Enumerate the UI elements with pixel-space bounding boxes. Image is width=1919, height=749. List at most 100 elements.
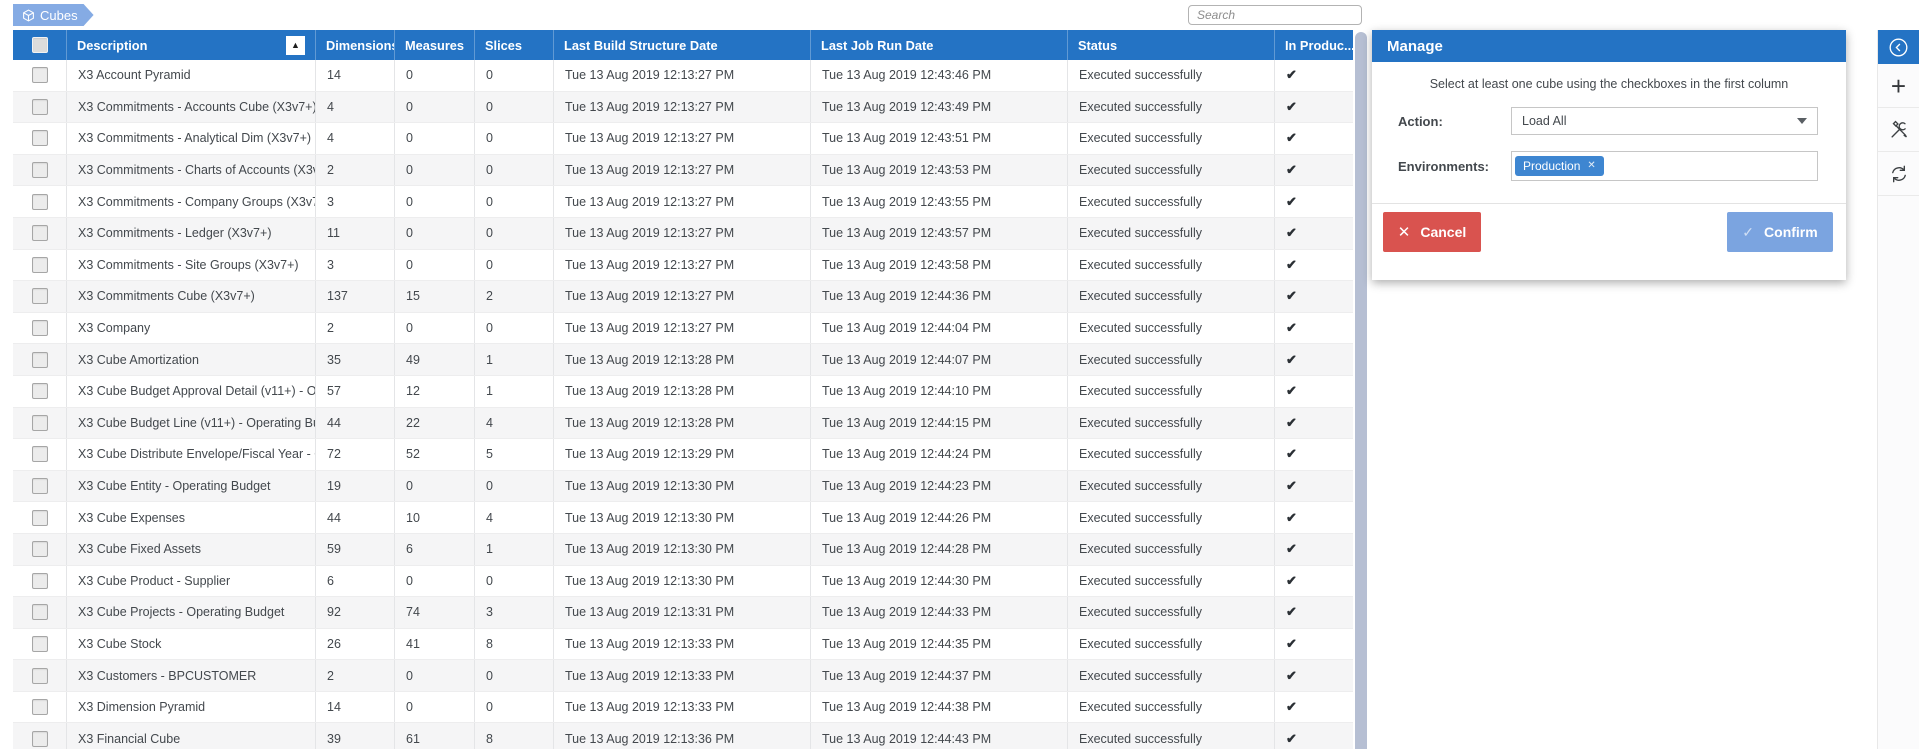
- table-row[interactable]: X3 Cube Projects - Operating Budget 92 7…: [13, 597, 1353, 629]
- row-checkbox[interactable]: [32, 99, 48, 115]
- cell-measures: 49: [395, 344, 475, 375]
- table-row[interactable]: X3 Account Pyramid 14 0 0 Tue 13 Aug 201…: [13, 60, 1353, 92]
- cell-status: Executed successfully: [1068, 471, 1275, 502]
- column-header-in-production[interactable]: In Produc...: [1275, 30, 1353, 60]
- row-checkbox[interactable]: [32, 699, 48, 715]
- cell-last-job-date: Tue 13 Aug 2019 12:44:23 PM: [811, 471, 1068, 502]
- close-icon: ✕: [1398, 223, 1411, 241]
- cell-last-job-date: Tue 13 Aug 2019 12:43:57 PM: [811, 218, 1068, 249]
- select-all-checkbox[interactable]: [32, 37, 48, 53]
- table-row[interactable]: X3 Financial Cube 39 61 8 Tue 13 Aug 201…: [13, 723, 1353, 749]
- row-checkbox[interactable]: [32, 541, 48, 557]
- table-scrollbar[interactable]: [1355, 32, 1367, 749]
- cell-slices: 0: [475, 155, 554, 186]
- row-checkbox[interactable]: [32, 194, 48, 210]
- row-checkbox[interactable]: [32, 478, 48, 494]
- row-checkbox[interactable]: [32, 225, 48, 241]
- row-checkbox[interactable]: [32, 668, 48, 684]
- in-production-check-icon: ✔: [1275, 218, 1353, 249]
- row-checkbox[interactable]: [32, 446, 48, 462]
- column-header-slices[interactable]: Slices: [475, 30, 554, 60]
- cell-status: Executed successfully: [1068, 597, 1275, 628]
- tools-button[interactable]: [1878, 108, 1919, 152]
- table-row[interactable]: X3 Cube Budget Line (v11+) - Operating B…: [13, 408, 1353, 440]
- cell-description: X3 Account Pyramid: [67, 60, 316, 91]
- cell-status: Executed successfully: [1068, 660, 1275, 691]
- cell-description: X3 Cube Budget Line (v11+) - Operating B…: [67, 408, 316, 439]
- cell-status: Executed successfully: [1068, 344, 1275, 375]
- cell-last-job-date: Tue 13 Aug 2019 12:43:46 PM: [811, 60, 1068, 91]
- cell-last-job-date: Tue 13 Aug 2019 12:44:35 PM: [811, 629, 1068, 660]
- row-checkbox[interactable]: [32, 320, 48, 336]
- row-checkbox-cell: [13, 376, 67, 407]
- column-header-description[interactable]: Description ▲: [67, 30, 316, 60]
- row-checkbox[interactable]: [32, 67, 48, 83]
- table-row[interactable]: X3 Commitments - Charts of Accounts (X3v…: [13, 155, 1353, 187]
- table-row[interactable]: X3 Customers - BPCUSTOMER 2 0 0 Tue 13 A…: [13, 660, 1353, 692]
- column-header-last-job-date[interactable]: Last Job Run Date: [811, 30, 1068, 60]
- row-checkbox[interactable]: [32, 573, 48, 589]
- cell-last-job-date: Tue 13 Aug 2019 12:44:07 PM: [811, 344, 1068, 375]
- cell-last-build-date: Tue 13 Aug 2019 12:13:33 PM: [554, 629, 811, 660]
- table-row[interactable]: X3 Cube Entity - Operating Budget 19 0 0…: [13, 471, 1353, 503]
- action-select[interactable]: Load All: [1511, 107, 1818, 135]
- row-checkbox-cell: [13, 281, 67, 312]
- table-row[interactable]: X3 Cube Distribute Envelope/Fiscal Year …: [13, 439, 1353, 471]
- table-row[interactable]: X3 Commitments Cube (X3v7+) 137 15 2 Tue…: [13, 281, 1353, 313]
- table-row[interactable]: X3 Cube Expenses 44 10 4 Tue 13 Aug 2019…: [13, 502, 1353, 534]
- table-row[interactable]: X3 Commitments - Site Groups (X3v7+) 3 0…: [13, 250, 1353, 282]
- cell-last-job-date: Tue 13 Aug 2019 12:44:30 PM: [811, 566, 1068, 597]
- row-checkbox-cell: [13, 155, 67, 186]
- row-checkbox[interactable]: [32, 130, 48, 146]
- cell-last-build-date: Tue 13 Aug 2019 12:13:30 PM: [554, 502, 811, 533]
- cell-last-build-date: Tue 13 Aug 2019 12:13:27 PM: [554, 123, 811, 154]
- cell-last-build-date: Tue 13 Aug 2019 12:13:28 PM: [554, 376, 811, 407]
- refresh-button[interactable]: [1878, 152, 1919, 196]
- row-checkbox[interactable]: [32, 510, 48, 526]
- tab-cubes[interactable]: Cubes: [13, 4, 94, 26]
- table-row[interactable]: X3 Cube Product - Supplier 6 0 0 Tue 13 …: [13, 566, 1353, 598]
- table-row[interactable]: X3 Commitments - Ledger (X3v7+) 11 0 0 T…: [13, 218, 1353, 250]
- table-row[interactable]: X3 Dimension Pyramid 14 0 0 Tue 13 Aug 2…: [13, 692, 1353, 724]
- table-row[interactable]: X3 Company 2 0 0 Tue 13 Aug 2019 12:13:2…: [13, 313, 1353, 345]
- environments-input[interactable]: Production✕: [1511, 151, 1818, 181]
- row-checkbox[interactable]: [32, 383, 48, 399]
- row-checkbox-cell: [13, 439, 67, 470]
- in-production-check-icon: ✔: [1275, 660, 1353, 691]
- column-header-last-build-date[interactable]: Last Build Structure Date: [554, 30, 811, 60]
- cell-description: X3 Commitments Cube (X3v7+): [67, 281, 316, 312]
- table-row[interactable]: X3 Commitments - Company Groups (X3v7+) …: [13, 186, 1353, 218]
- table-row[interactable]: X3 Cube Stock 26 41 8 Tue 13 Aug 2019 12…: [13, 629, 1353, 661]
- chip-remove-icon[interactable]: ✕: [1587, 161, 1595, 171]
- confirm-button[interactable]: ✓ Confirm: [1727, 212, 1833, 252]
- row-checkbox[interactable]: [32, 636, 48, 652]
- add-button[interactable]: +: [1878, 64, 1919, 108]
- table-row[interactable]: X3 Commitments - Accounts Cube (X3v7+) 4…: [13, 92, 1353, 124]
- row-checkbox[interactable]: [32, 352, 48, 368]
- row-checkbox[interactable]: [32, 415, 48, 431]
- table-row[interactable]: X3 Commitments - Analytical Dim (X3v7+) …: [13, 123, 1353, 155]
- search-input[interactable]: [1188, 5, 1362, 25]
- row-checkbox[interactable]: [32, 257, 48, 273]
- cancel-button[interactable]: ✕ Cancel: [1383, 212, 1481, 252]
- cell-measures: 0: [395, 660, 475, 691]
- cell-description: X3 Company: [67, 313, 316, 344]
- row-checkbox[interactable]: [32, 162, 48, 178]
- in-production-check-icon: ✔: [1275, 92, 1353, 123]
- table-row[interactable]: X3 Cube Amortization 35 49 1 Tue 13 Aug …: [13, 344, 1353, 376]
- column-header-measures[interactable]: Measures: [395, 30, 475, 60]
- cell-description: X3 Commitments - Company Groups (X3v7+): [67, 186, 316, 217]
- row-checkbox[interactable]: [32, 731, 48, 747]
- column-header-status[interactable]: Status: [1068, 30, 1275, 60]
- table-row[interactable]: X3 Cube Fixed Assets 59 6 1 Tue 13 Aug 2…: [13, 534, 1353, 566]
- cell-last-build-date: Tue 13 Aug 2019 12:13:27 PM: [554, 186, 811, 217]
- collapse-panel-button[interactable]: [1878, 30, 1919, 64]
- in-production-check-icon: ✔: [1275, 60, 1353, 91]
- column-header-dimensions[interactable]: Dimensions: [316, 30, 395, 60]
- row-checkbox[interactable]: [32, 604, 48, 620]
- row-checkbox-cell: [13, 471, 67, 502]
- row-checkbox[interactable]: [32, 288, 48, 304]
- table-row[interactable]: X3 Cube Budget Approval Detail (v11+) - …: [13, 376, 1353, 408]
- row-checkbox-cell: [13, 344, 67, 375]
- in-production-check-icon: ✔: [1275, 566, 1353, 597]
